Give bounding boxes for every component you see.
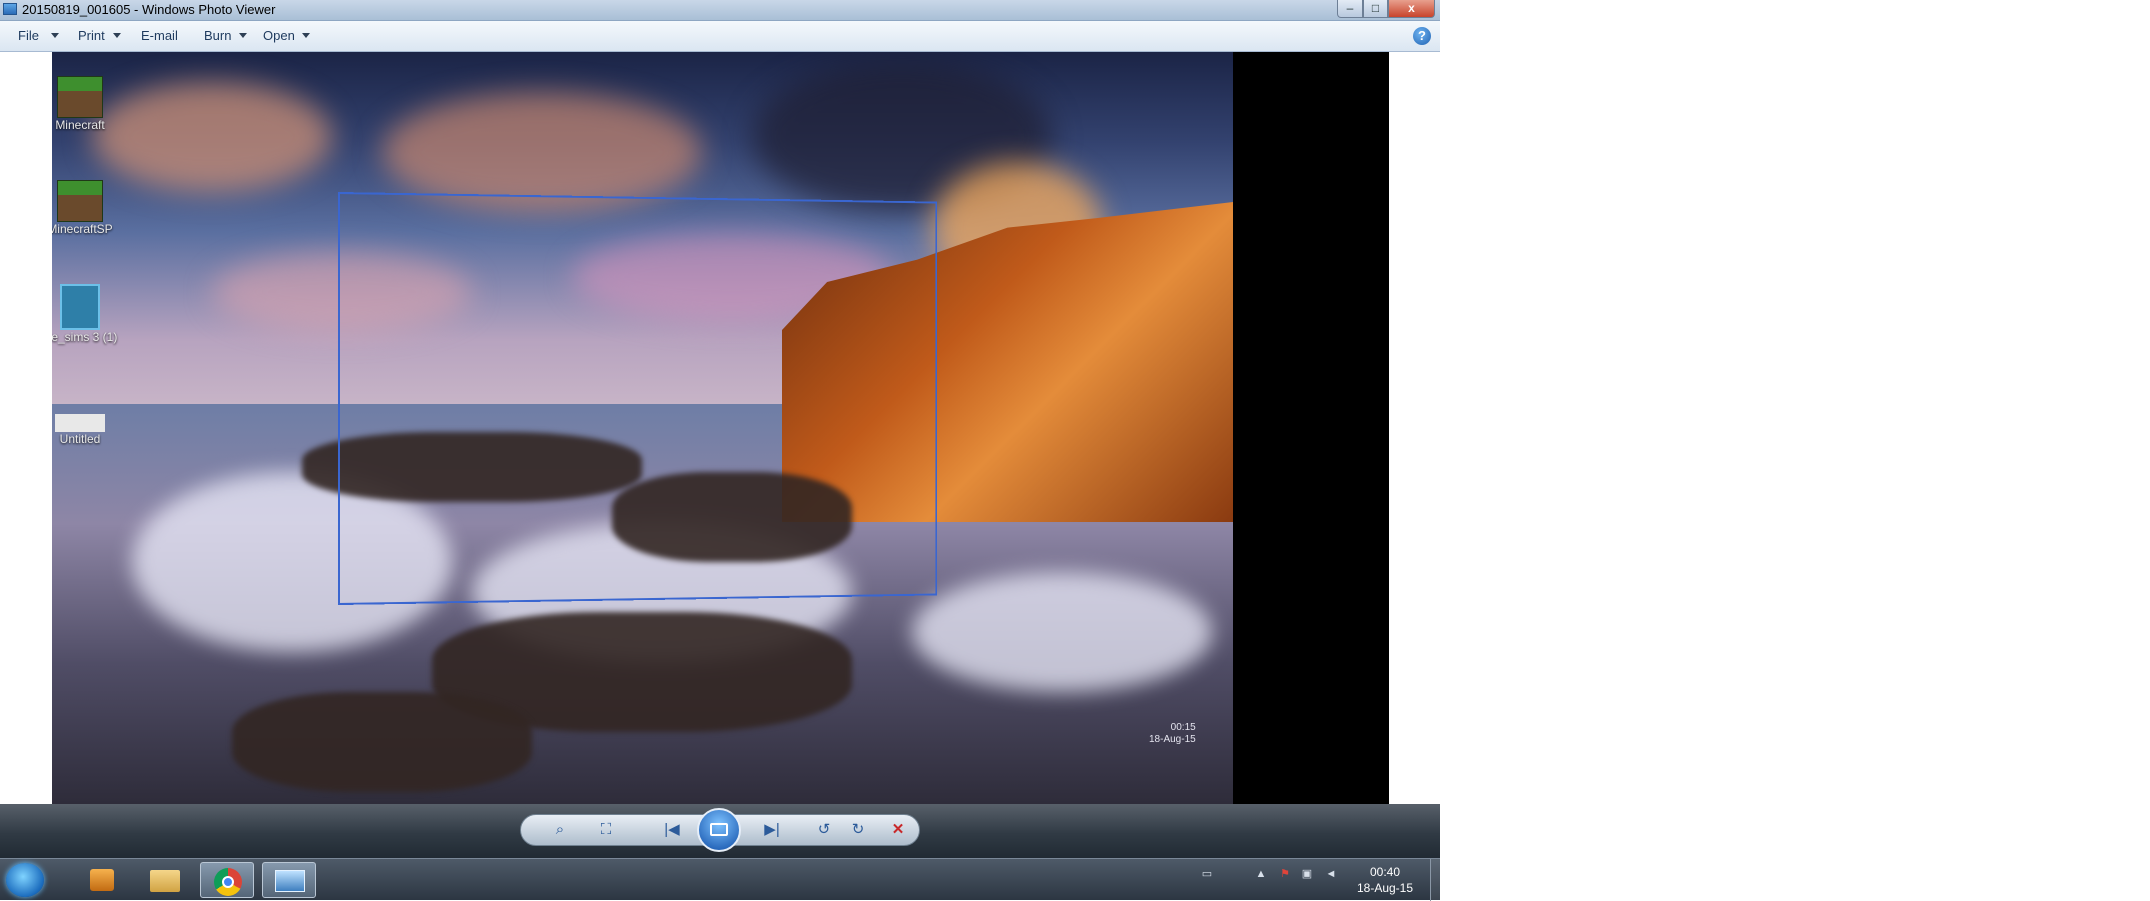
menu-file-dropdown-icon[interactable] bbox=[51, 33, 59, 38]
show-desktop-button[interactable] bbox=[1430, 859, 1441, 901]
menu-open[interactable]: Open bbox=[263, 21, 295, 51]
photo-desktop-icon-label: Minecraft bbox=[55, 118, 105, 132]
help-icon[interactable]: ? bbox=[1413, 27, 1431, 45]
taskbar-photo-viewer[interactable] bbox=[262, 862, 316, 898]
menu-email[interactable]: E-mail bbox=[141, 21, 178, 51]
chrome-icon-center bbox=[222, 876, 234, 888]
action-center-flag-icon[interactable]: ⚑ bbox=[1278, 867, 1292, 881]
photo-rock bbox=[232, 692, 532, 792]
window-title: 20150819_001605 - Windows Photo Viewer bbox=[22, 2, 276, 17]
slideshow-icon bbox=[710, 823, 728, 836]
zoom-icon[interactable]: ⌕ bbox=[543, 819, 577, 841]
rotate-counterclockwise-button[interactable]: ↺ bbox=[811, 819, 837, 841]
next-button[interactable]: ▶| bbox=[755, 819, 789, 841]
menu-open-dropdown-icon[interactable] bbox=[302, 33, 310, 38]
rotate-clockwise-button[interactable]: ↻ bbox=[845, 819, 871, 841]
title-bar[interactable]: 20150819_001605 - Windows Photo Viewer –… bbox=[0, 0, 1440, 21]
taskbar-media-player[interactable] bbox=[76, 862, 130, 898]
taskbar-chrome[interactable] bbox=[200, 862, 254, 898]
chrome-icon bbox=[214, 868, 242, 896]
menu-burn[interactable]: Burn bbox=[204, 21, 231, 51]
play-slideshow-button[interactable] bbox=[697, 808, 741, 852]
photo-desktop-icon: MinecraftSP bbox=[52, 180, 120, 236]
menu-bar: File Print E-mail Burn Open ? bbox=[0, 21, 1440, 52]
zip-file-icon bbox=[60, 284, 100, 330]
network-icon[interactable]: ▣ bbox=[1300, 867, 1314, 881]
photo-viewer-icon bbox=[275, 870, 305, 892]
menu-burn-dropdown-icon[interactable] bbox=[239, 33, 247, 38]
close-button[interactable]: x bbox=[1388, 0, 1435, 18]
taskbar-clock-date[interactable]: 18-Aug-15 bbox=[1352, 881, 1418, 895]
menu-file[interactable]: File bbox=[18, 21, 39, 51]
photo-desktop-icon-label: Untitled bbox=[59, 432, 101, 446]
file-icon bbox=[55, 414, 105, 432]
folder-icon bbox=[150, 870, 180, 892]
menu-print[interactable]: Print bbox=[78, 21, 105, 51]
photo-wave-foam bbox=[912, 572, 1212, 692]
photo-image: Minecraft MinecraftSP file_sims 3 (1) Un… bbox=[52, 52, 1233, 804]
photo-desktop-icon: Minecraft bbox=[52, 76, 120, 132]
photo-desktop-icon: Untitled bbox=[52, 414, 120, 446]
photo-desktop-icon: file_sims 3 (1) bbox=[52, 284, 120, 344]
actual-size-icon[interactable]: ⛶ bbox=[593, 819, 619, 841]
photo-desktop-icon-label: file_sims 3 (1) bbox=[52, 330, 118, 344]
delete-button[interactable]: ✕ bbox=[885, 819, 911, 841]
show-hidden-icons-icon[interactable]: ▲ bbox=[1254, 867, 1268, 881]
photo-viewer-window: 20150819_001605 - Windows Photo Viewer –… bbox=[0, 0, 1440, 864]
photo-clock-date: 18-Aug-15 bbox=[1149, 734, 1196, 745]
photo-clock: 00:15 18-Aug-15 bbox=[1149, 722, 1196, 746]
volume-icon[interactable]: ◄ bbox=[1324, 867, 1338, 881]
menu-print-dropdown-icon[interactable] bbox=[113, 33, 121, 38]
minecraft-icon bbox=[57, 180, 103, 222]
maximize-button[interactable]: □ bbox=[1363, 0, 1388, 18]
taskbar-explorer[interactable] bbox=[138, 862, 192, 898]
photo-viewer-app-icon[interactable] bbox=[3, 3, 17, 15]
taskbar-clock-time[interactable]: 00:40 bbox=[1357, 865, 1413, 879]
keyboard-icon[interactable]: ▭ bbox=[1200, 867, 1214, 881]
photo-display-area[interactable]: Minecraft MinecraftSP file_sims 3 (1) Un… bbox=[52, 52, 1389, 804]
previous-button[interactable]: |◀ bbox=[655, 819, 689, 841]
photo-desktop-icon-label: MinecraftSP bbox=[52, 222, 113, 236]
photo-clock-time: 00:15 bbox=[1170, 722, 1196, 733]
photo-cloud bbox=[92, 82, 332, 192]
minimize-button[interactable]: – bbox=[1337, 0, 1363, 18]
start-button[interactable] bbox=[6, 863, 44, 897]
photo-selection-rectangle bbox=[338, 192, 938, 605]
taskbar: ▭ ▲ ⚑ ▣ ◄ 00:40 18-Aug-15 bbox=[0, 858, 1441, 901]
media-player-icon bbox=[90, 869, 114, 891]
system-tray: ▭ ▲ ⚑ ▣ ◄ bbox=[1200, 867, 1340, 893]
minecraft-icon bbox=[57, 76, 103, 118]
